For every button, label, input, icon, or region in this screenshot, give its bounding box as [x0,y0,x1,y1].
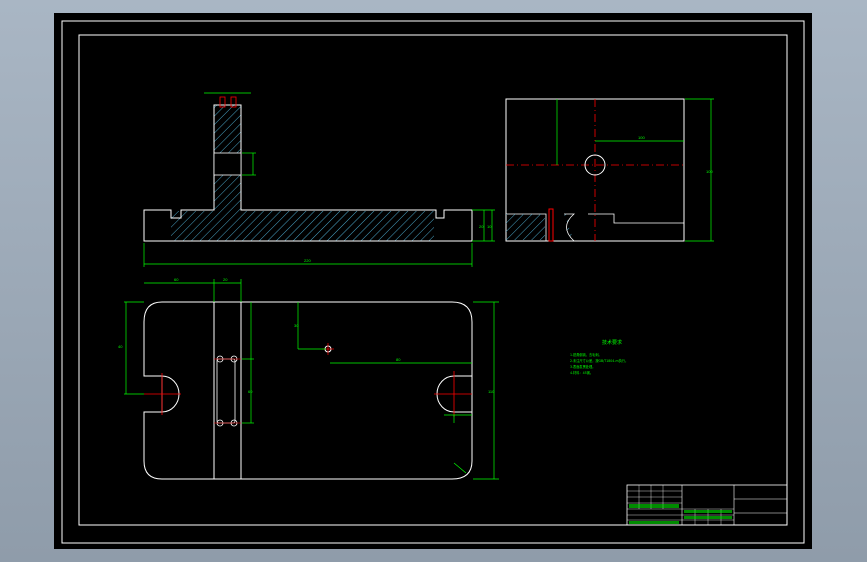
dim-side-height: 100 [706,169,713,174]
cad-viewport[interactable]: 20 10 220 100 100 80 30 60 20 40 60 110 … [54,13,812,549]
tech-notes-title: 技术要求 [602,339,622,346]
dim-plan-depth: 110 [488,389,495,394]
plan-view-outline [143,301,473,480]
technical-notes: 技术要求 1.锐角倒钝，去毛刺。 2.未注尺寸公差，按GB/T1804-m执行。… [570,339,628,375]
tech-note-line-2: 2.未注尺寸公差，按GB/T1804-m执行。 [570,358,628,363]
front-view: 20 10 220 [143,92,495,267]
dim-plan-slot-len: 60 [248,389,253,394]
dim-plan-hole-y: 30 [294,323,299,328]
dim-plan-left-b: 20 [223,277,228,282]
inner-border [78,34,788,526]
tech-note-line-3: 3.表面发黑处理。 [570,364,595,369]
dim-plan-hole-x: 80 [396,357,401,362]
dim-front-width: 220 [304,258,311,263]
tech-note-line-1: 1.锐角倒钝，去毛刺。 [570,352,602,357]
plan-view: 80 30 60 20 40 60 110 [118,277,499,480]
title-block [626,484,788,526]
drawing-canvas: 20 10 220 100 100 80 30 60 20 40 60 110 … [61,20,805,544]
dim-plan-left-a: 60 [174,277,179,282]
tech-note-line-4: 4.材料：45钢。 [570,370,593,375]
dim-front-height-a: 20 [479,224,484,229]
dim-plan-slot-y: 40 [118,344,123,349]
dim-side-width: 100 [638,135,645,140]
dim-front-height-b: 10 [487,224,492,229]
side-view: 100 100 [505,98,714,242]
